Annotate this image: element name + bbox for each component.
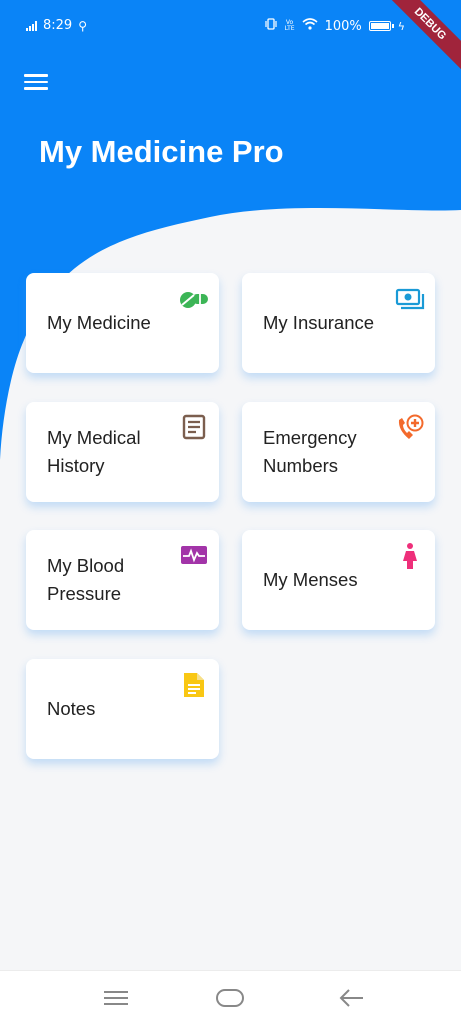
document-list-icon <box>179 414 209 442</box>
card-my-medicine[interactable]: My Medicine <box>26 273 219 373</box>
wifi-icon <box>302 18 318 34</box>
card-label: My Medicine <box>47 312 151 333</box>
signal-icon <box>26 20 37 31</box>
pills-icon <box>179 285 209 313</box>
status-time: 8:29 <box>43 18 73 33</box>
card-my-menses[interactable]: My Menses <box>242 530 435 630</box>
usb-icon: ⚲ <box>78 18 87 33</box>
card-my-blood-pressure[interactable]: My Blood Pressure <box>26 530 219 630</box>
battery-icon <box>368 21 394 31</box>
card-label: My Insurance <box>263 312 375 333</box>
card-my-insurance[interactable]: My Insurance <box>242 273 435 373</box>
card-label: My Medical History <box>47 427 141 476</box>
lte-icon: Vo LTE <box>284 19 295 32</box>
money-card-icon <box>395 285 425 313</box>
battery-percent: 100% <box>324 18 362 34</box>
recent-apps-icon[interactable] <box>101 985 131 1011</box>
card-emergency-numbers[interactable]: Emergency Numbers <box>242 402 435 502</box>
hamburger-menu-icon[interactable] <box>22 70 50 94</box>
emergency-phone-icon <box>395 414 425 442</box>
card-notes[interactable]: Notes <box>26 659 219 759</box>
card-label: My Blood Pressure <box>47 555 125 604</box>
system-navigation-bar <box>0 970 461 1024</box>
charging-icon: ϟ <box>397 19 405 33</box>
card-label: My Menses <box>263 569 358 590</box>
page-title: My Medicine Pro <box>39 134 284 169</box>
heart-monitor-icon <box>179 542 209 570</box>
female-icon <box>395 542 425 570</box>
card-my-medical-history[interactable]: My Medical History <box>26 402 219 502</box>
card-label: Emergency Numbers <box>263 427 357 476</box>
back-icon[interactable] <box>337 985 367 1011</box>
vibrate-icon <box>264 18 278 34</box>
home-icon[interactable] <box>215 985 245 1011</box>
card-label: Notes <box>47 698 96 719</box>
status-bar: 8:29 ⚲ Vo LTE 100% ϟ <box>0 0 461 52</box>
note-icon <box>179 671 209 699</box>
